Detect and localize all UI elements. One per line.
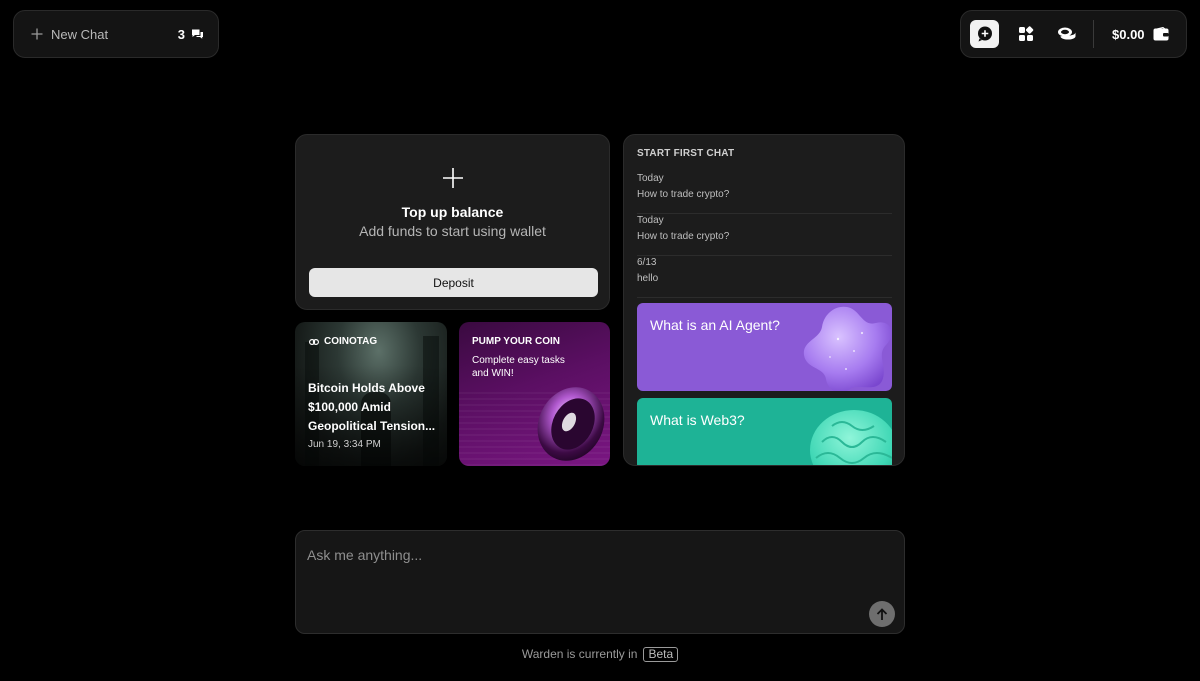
- history-item-question: How to trade crypto?: [637, 189, 730, 200]
- pump-coin-card[interactable]: PUMP YOUR COIN Complete easy tasks and W…: [459, 322, 610, 466]
- history-item-date: 6/13: [637, 257, 657, 268]
- history-item[interactable]: Today How to trade crypto?: [637, 172, 892, 214]
- top-toolbar: $0.00: [960, 10, 1187, 58]
- chat-count-value: 3: [177, 26, 185, 42]
- history-item-date: Today: [637, 173, 664, 184]
- coins-icon: [1057, 27, 1075, 40]
- news-card[interactable]: COINOTAG Bitcoin Holds Above $100,000 Am…: [295, 322, 447, 466]
- chat-count[interactable]: 3: [178, 27, 204, 42]
- plus-icon: [31, 28, 43, 40]
- star-blob-icon: [803, 306, 892, 391]
- chat-mode-button[interactable]: [970, 20, 999, 48]
- chat-plus-icon: [977, 26, 992, 42]
- news-source-label: COINOTAG: [324, 336, 378, 347]
- apps-button[interactable]: [1011, 20, 1040, 48]
- history-item[interactable]: Today How to trade crypto?: [637, 214, 892, 256]
- deposit-button[interactable]: Deposit: [309, 268, 598, 297]
- arrow-up-icon: [876, 607, 888, 620]
- send-button[interactable]: [869, 601, 895, 627]
- web3-promo-label: What is Web3?: [650, 412, 745, 428]
- news-headline: Bitcoin Holds Above $100,000 Amid Geopol…: [308, 381, 436, 433]
- history-item-question: How to trade crypto?: [637, 231, 730, 242]
- footer-note: Warden is currently in Beta: [0, 647, 1200, 662]
- brain-blob-icon: [810, 410, 892, 465]
- pump-title: PUMP YOUR COIN: [472, 336, 560, 347]
- news-date: Jun 19, 3:34 PM: [308, 439, 381, 450]
- chat-history-card: START FIRST CHAT Today How to trade cryp…: [623, 134, 905, 466]
- history-item-date: Today: [637, 215, 664, 226]
- plus-icon: [443, 168, 463, 188]
- ai-agent-promo-card[interactable]: What is an AI Agent?: [637, 303, 892, 391]
- coin-ring-icon: [537, 387, 605, 461]
- chat-input-box: [295, 530, 905, 634]
- link-icon: [309, 338, 319, 345]
- history-heading: START FIRST CHAT: [637, 148, 735, 159]
- new-chat-panel: New Chat 3: [13, 10, 219, 58]
- wallet-balance[interactable]: $0.00: [1112, 27, 1145, 42]
- top-up-subtitle: Add funds to start using wallet: [359, 223, 546, 239]
- history-item[interactable]: 6/13 hello: [637, 256, 892, 298]
- beta-badge: Beta: [643, 647, 679, 662]
- wallet-icon: [1153, 27, 1169, 41]
- chat-input[interactable]: [307, 543, 867, 567]
- app-root: New Chat 3 $0.00 Top up balance Add fund…: [0, 0, 1200, 681]
- pump-subtitle: Complete easy tasks and WIN!: [472, 355, 565, 379]
- news-source: COINOTAG: [309, 336, 377, 347]
- web3-promo-card[interactable]: What is Web3?: [637, 398, 892, 465]
- ai-agent-promo-label: What is an AI Agent?: [650, 317, 780, 333]
- top-up-title: Top up balance: [401, 204, 504, 220]
- new-chat-button[interactable]: New Chat: [51, 27, 108, 42]
- top-up-card: Top up balance Add funds to start using …: [295, 134, 610, 310]
- toolbar-divider: [1093, 20, 1094, 48]
- apps-grid-icon: [1018, 26, 1033, 41]
- tokens-button[interactable]: [1052, 20, 1081, 48]
- history-item-question: hello: [637, 273, 659, 284]
- wallet-button[interactable]: [1153, 27, 1169, 41]
- footer-text: Warden is currently in: [521, 647, 638, 661]
- chat-bubbles-icon: [192, 29, 203, 39]
